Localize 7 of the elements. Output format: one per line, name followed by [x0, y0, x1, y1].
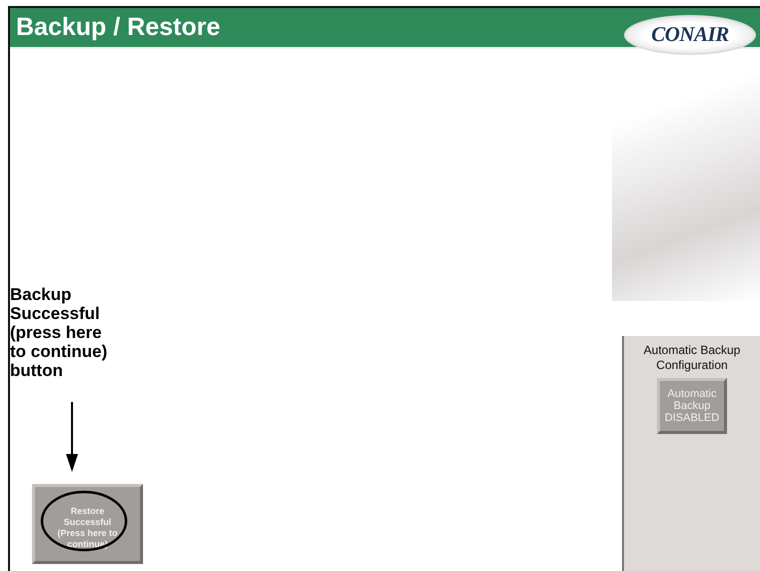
arrow: [65, 402, 79, 472]
restore-successful-button[interactable]: Restore Successful (Press here to continue): [32, 484, 143, 564]
automatic-backup-button[interactable]: Automatic Backup DISABLED: [657, 378, 727, 434]
annotation-text: Backup Successful (press here to continue) button: [10, 285, 108, 380]
panel-title: Automatic Backup Configuration: [644, 343, 740, 373]
screen-title: Backup / Restore: [16, 13, 220, 42]
logo: CONAIR: [624, 14, 756, 54]
